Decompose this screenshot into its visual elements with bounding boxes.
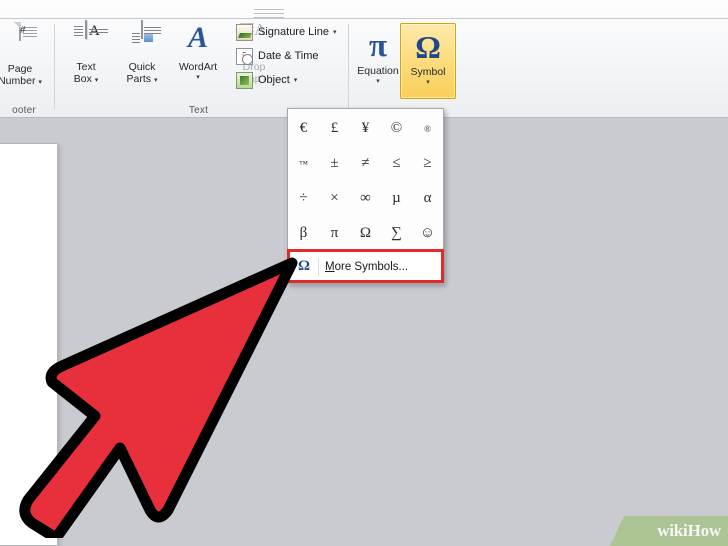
page-number-button[interactable]: # Page Number ▾ (0, 21, 48, 87)
not-equal-sign[interactable]: ≠ (350, 146, 381, 181)
signature-line-label: Signature Line (258, 26, 329, 38)
page-number-icon: # (0, 22, 48, 63)
omega-icon: Ω (415, 29, 441, 65)
quick-parts-button[interactable]: Quick Parts ▾ (114, 19, 170, 85)
word-application-window: # Page Number ▾ ooter A Text (0, 0, 728, 546)
sigma-sign[interactable]: ∑ (381, 216, 412, 251)
less-than-or-equal-sign[interactable]: ≤ (381, 146, 412, 181)
signature-line-button[interactable]: Signature Line ▾ (236, 21, 340, 43)
chevron-down-icon[interactable]: ▾ (154, 77, 158, 84)
object-button[interactable]: Object ▾ (236, 69, 340, 91)
smiley-face-sign[interactable]: ☺ (412, 216, 443, 251)
wikihow-watermark: wikiHow (610, 516, 728, 546)
text-group-small-buttons: Signature Line ▾ 5 Date & Time Object ▾ (232, 21, 340, 95)
pound-sign[interactable]: £ (319, 111, 350, 146)
chevron-down-icon[interactable]: ▾ (333, 28, 337, 36)
date-time-label: Date & Time (258, 50, 319, 62)
date-time-icon: 5 (236, 47, 253, 65)
wordart-label: WordArt (178, 61, 218, 73)
alpha-sign[interactable]: α (412, 181, 443, 216)
object-label: Object (258, 74, 290, 86)
registered-sign[interactable]: ® (412, 111, 443, 146)
yen-sign[interactable]: ¥ (350, 111, 381, 146)
wordart-icon: A (187, 21, 208, 54)
text-box-button[interactable]: A Text Box ▾ (58, 19, 114, 85)
watermark-text: wikiHow (657, 521, 721, 540)
quick-parts-label-2: Parts ▾ (126, 72, 158, 85)
symbol-button[interactable]: Ω Symbol ▾ (400, 23, 456, 99)
text-box-icon: A (58, 20, 114, 61)
group-divider-2 (348, 24, 349, 110)
micro-sign[interactable]: µ (381, 181, 412, 216)
trademark-sign[interactable]: ™ (288, 146, 319, 181)
pi-icon: π (368, 28, 388, 64)
chevron-down-icon[interactable]: ▾ (95, 77, 99, 84)
header-footer-group-label: ooter (12, 105, 36, 116)
text-box-label-2: Box ▾ (73, 72, 99, 85)
division-sign[interactable]: ÷ (288, 181, 319, 216)
recently-used-symbols-grid: € £ ¥ © ® ™ ± ≠ ≤ ≥ ÷ × ∞ µ α β π Ω ∑ ☺ (288, 111, 443, 251)
chevron-down-icon[interactable]: ▾ (38, 79, 42, 86)
chevron-down-icon[interactable]: ▾ (401, 79, 455, 87)
header-footer-group: # Page Number ▾ ooter (0, 19, 62, 117)
greater-than-or-equal-sign[interactable]: ≥ (412, 146, 443, 181)
copyright-sign[interactable]: © (381, 111, 412, 146)
chevron-down-icon[interactable]: ▾ (294, 76, 298, 84)
red-pointer-arrow (19, 257, 298, 538)
chevron-down-icon[interactable]: ▾ (170, 74, 226, 82)
beta-sign[interactable]: β (288, 216, 319, 251)
equation-label: Equation (357, 65, 399, 77)
more-symbols-label: More Symbols... (325, 260, 409, 273)
omega-sign[interactable]: Ω (350, 216, 381, 251)
object-icon (236, 71, 253, 89)
date-time-button[interactable]: 5 Date & Time (236, 45, 340, 67)
signature-line-icon (236, 23, 253, 41)
group-divider-1 (54, 24, 55, 110)
ribbon: # Page Number ▾ ooter A Text (0, 0, 728, 118)
infinity-sign[interactable]: ∞ (350, 181, 381, 216)
euro-sign[interactable]: € (288, 111, 319, 146)
text-group: A Text Box ▾ Quick Parts ▾ A WordArt ▾ A… (56, 9, 341, 117)
pi-sign[interactable]: π (319, 216, 350, 251)
quick-parts-icon (114, 20, 170, 61)
equation-button[interactable]: π Equation ▾ (350, 23, 406, 86)
symbols-group: π Equation ▾ Ω Symbol ▾ (350, 19, 456, 117)
page-number-label-2: Number ▾ (0, 74, 42, 87)
plus-minus-sign[interactable]: ± (319, 146, 350, 181)
symbol-label: Symbol (410, 66, 446, 78)
wordart-button[interactable]: A WordArt ▾ (170, 19, 226, 82)
chevron-down-icon[interactable]: ▾ (350, 78, 406, 86)
multiplication-sign[interactable]: × (319, 181, 350, 216)
